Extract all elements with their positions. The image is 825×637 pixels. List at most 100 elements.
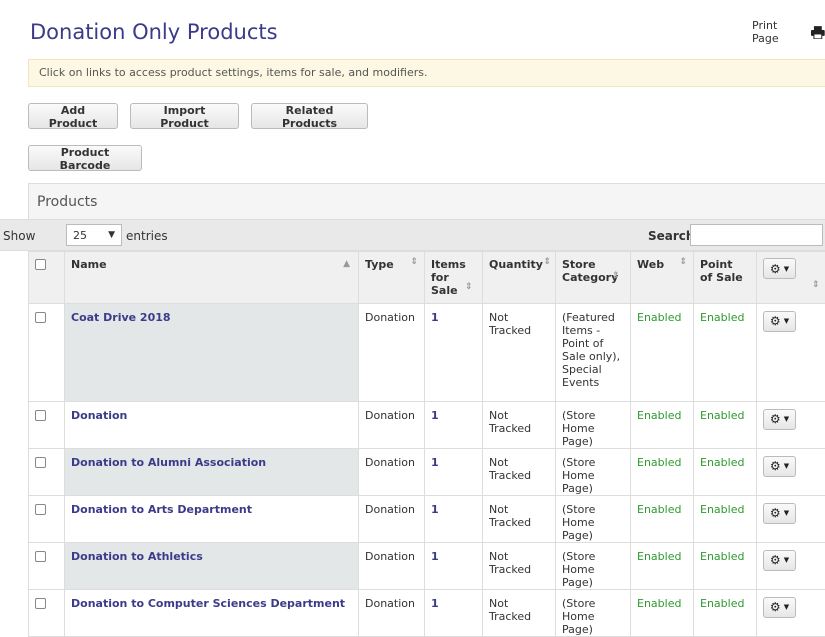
table-row[interactable]: Coat Drive 2018 Donation 1 Not Tracked (…	[29, 304, 825, 402]
sort-icon: ⇕	[812, 280, 820, 290]
caret-down-icon: ▼	[784, 507, 789, 520]
product-link[interactable]: Donation to Athletics	[71, 550, 203, 563]
sort-icon: ⇕	[679, 257, 687, 267]
table-row[interactable]: Donation Donation 1 Not Tracked (Store H…	[29, 402, 825, 449]
type-cell: Donation	[359, 590, 425, 637]
entries-select[interactable]: 25 ▼	[66, 224, 122, 246]
web-header-label: Web	[637, 258, 664, 271]
search-input[interactable]	[690, 224, 823, 246]
print-page-label: Print Page	[752, 19, 806, 45]
items-for-sale-link[interactable]: 1	[431, 409, 439, 422]
store-category-cell: (Store Home Page)	[556, 590, 631, 637]
row-checkbox[interactable]	[35, 504, 46, 515]
pos-status: Enabled	[694, 402, 757, 449]
gear-icon: ⚙	[770, 413, 781, 426]
import-product-button[interactable]: Import Product	[130, 103, 239, 129]
product-link[interactable]: Donation to Arts Department	[71, 503, 252, 516]
product-link[interactable]: Donation	[71, 409, 127, 422]
type-header-label: Type	[365, 258, 394, 271]
product-link[interactable]: Coat Drive 2018	[71, 311, 171, 324]
point-of-sale-header-label: Point of Sale	[700, 258, 748, 284]
product-link[interactable]: Donation to Computer Sciences Department	[71, 597, 345, 610]
row-actions-button[interactable]: ⚙▼	[763, 456, 796, 477]
add-product-button[interactable]: Add Product	[28, 103, 118, 129]
items-for-sale-link[interactable]: 1	[431, 550, 439, 563]
row-actions-button[interactable]: ⚙▼	[763, 311, 796, 332]
quantity-cell: Not Tracked	[483, 449, 556, 496]
row-checkbox[interactable]	[35, 312, 46, 323]
bulk-actions-button[interactable]: ⚙▼	[763, 258, 796, 279]
product-link[interactable]: Donation to Alumni Association	[71, 456, 266, 469]
web-status: Enabled	[631, 304, 694, 402]
name-header-label: Name	[71, 258, 107, 271]
row-checkbox[interactable]	[35, 457, 46, 468]
items-for-sale-link[interactable]: 1	[431, 503, 439, 516]
items-for-sale-link[interactable]: 1	[431, 311, 439, 324]
info-text: Click on links to access product setting…	[39, 66, 427, 79]
type-header[interactable]: Type ⇕	[359, 252, 425, 304]
sort-asc-icon: ▲	[343, 259, 350, 269]
caret-down-icon: ▼	[784, 601, 789, 614]
select-all-checkbox[interactable]	[35, 259, 46, 270]
table-row[interactable]: Donation to Athletics Donation 1 Not Tra…	[29, 543, 825, 590]
quantity-cell: Not Tracked	[483, 590, 556, 637]
sort-icon: ⇕	[465, 282, 473, 292]
products-table: Name ▲ Type ⇕ Items for Sale ⇕ Quantity …	[28, 251, 825, 637]
web-header[interactable]: Web ⇕	[631, 252, 694, 304]
type-cell: Donation	[359, 496, 425, 543]
pos-status: Enabled	[694, 590, 757, 637]
row-actions-button[interactable]: ⚙▼	[763, 597, 796, 618]
gear-icon: ⚙	[770, 262, 781, 276]
caret-down-icon: ▼	[784, 554, 789, 567]
product-barcode-button[interactable]: Product Barcode	[28, 145, 142, 171]
items-for-sale-link[interactable]: 1	[431, 597, 439, 610]
items-for-sale-link[interactable]: 1	[431, 456, 439, 469]
table-row[interactable]: Donation to Arts Department Donation 1 N…	[29, 496, 825, 543]
store-category-cell: (Featured Items - Point of Sale only), S…	[556, 304, 631, 402]
sort-icon: ⇕	[410, 257, 418, 267]
table-header-row: Name ▲ Type ⇕ Items for Sale ⇕ Quantity …	[29, 252, 825, 304]
printer-icon	[811, 26, 825, 39]
point-of-sale-header[interactable]: Point of Sale	[694, 252, 757, 304]
items-for-sale-header[interactable]: Items for Sale ⇕	[425, 252, 483, 304]
table-row[interactable]: Donation to Alumni Association Donation …	[29, 449, 825, 496]
info-banner: Click on links to access product setting…	[28, 59, 825, 87]
quantity-header-label: Quantity	[489, 258, 543, 271]
quantity-header[interactable]: Quantity ⇕	[483, 252, 556, 304]
quantity-cell: Not Tracked	[483, 543, 556, 590]
related-products-button[interactable]: Related Products	[251, 103, 368, 129]
web-status: Enabled	[631, 402, 694, 449]
row-actions-button[interactable]: ⚙▼	[763, 409, 796, 430]
name-header[interactable]: Name ▲	[65, 252, 359, 304]
row-checkbox[interactable]	[35, 410, 46, 421]
pos-status: Enabled	[694, 449, 757, 496]
type-cell: Donation	[359, 304, 425, 402]
gear-icon: ⚙	[770, 554, 781, 567]
sort-icon: ⇕	[543, 257, 551, 267]
row-checkbox[interactable]	[35, 598, 46, 609]
store-category-header[interactable]: Store Category ⇕	[556, 252, 631, 304]
store-category-cell: (Store Home Page)	[556, 543, 631, 590]
show-label: Show	[3, 229, 35, 243]
type-cell: Donation	[359, 402, 425, 449]
web-status: Enabled	[631, 590, 694, 637]
gear-icon: ⚙	[770, 601, 781, 614]
quantity-cell: Not Tracked	[483, 496, 556, 543]
pos-status: Enabled	[694, 496, 757, 543]
row-actions-button[interactable]: ⚙▼	[763, 550, 796, 571]
table-row[interactable]: Donation to Computer Sciences Department…	[29, 590, 825, 637]
web-status: Enabled	[631, 496, 694, 543]
print-page-link[interactable]: Print Page	[752, 19, 825, 45]
quantity-cell: Not Tracked	[483, 402, 556, 449]
row-actions-button[interactable]: ⚙▼	[763, 503, 796, 524]
web-status: Enabled	[631, 543, 694, 590]
row-checkbox[interactable]	[35, 551, 46, 562]
select-all-header[interactable]	[29, 252, 65, 304]
entries-value: 25	[73, 229, 87, 242]
store-category-cell: (Store Home Page)	[556, 402, 631, 449]
caret-down-icon: ▼	[784, 413, 789, 426]
store-category-header-label: Store Category	[562, 258, 610, 284]
actions-header[interactable]: ⚙▼ ⇕	[757, 252, 825, 304]
type-cell: Donation	[359, 449, 425, 496]
store-category-cell: (Store Home Page)	[556, 449, 631, 496]
